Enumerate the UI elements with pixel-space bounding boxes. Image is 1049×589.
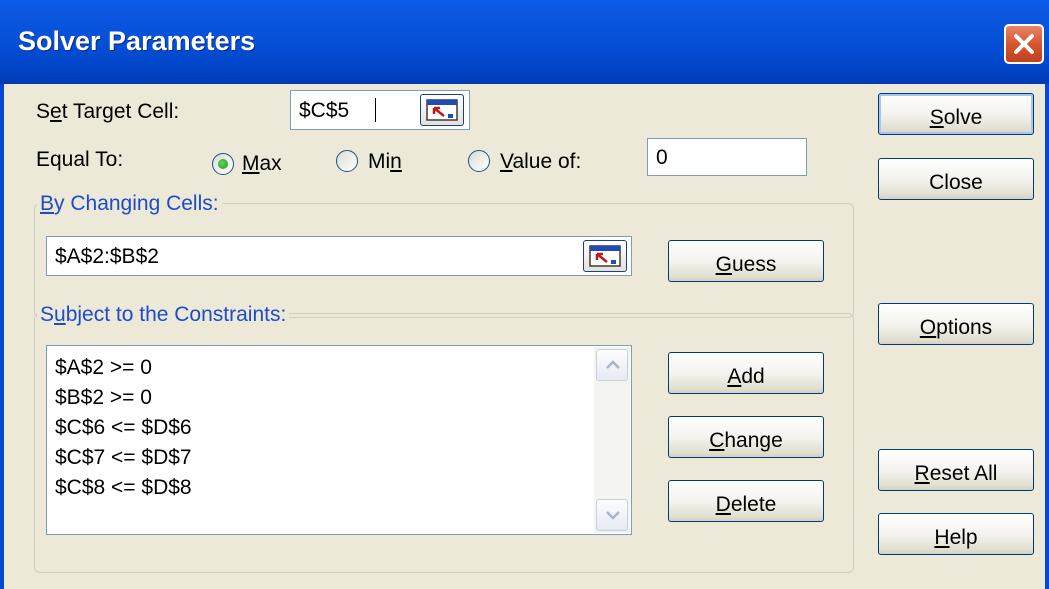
help-button[interactable]: Help [878, 513, 1034, 555]
close-button[interactable]: Close [878, 158, 1034, 200]
target-cell-range-picker[interactable] [420, 94, 464, 126]
value-of-radio[interactable] [468, 150, 490, 172]
changing-cells-label: By Changing Cells: [37, 192, 222, 216]
list-item[interactable]: $C$7 <= $D$7 [55, 446, 192, 470]
window-frame-left [0, 84, 4, 589]
solve-button[interactable]: Solve [878, 93, 1034, 135]
target-cell-label: Set Target Cell: [36, 100, 180, 123]
constraints-list[interactable]: $A$2 >= 0 $B$2 >= 0 $C$6 <= $D$6 $C$7 <=… [46, 345, 632, 535]
delete-button[interactable]: Delete [668, 480, 824, 522]
max-radio[interactable] [212, 153, 234, 175]
chevron-up-icon [606, 360, 620, 369]
changing-cells-range-picker[interactable] [583, 240, 627, 272]
max-radio-label[interactable]: Max [242, 152, 282, 176]
list-item[interactable]: $C$6 <= $D$6 [55, 416, 192, 440]
list-item[interactable]: $B$2 >= 0 [55, 386, 152, 410]
chevron-down-icon [606, 511, 620, 520]
solver-parameters-dialog: Solver Parameters Set Target Cell: $C$5 … [0, 0, 1049, 589]
min-radio[interactable] [336, 150, 358, 172]
collapse-dialog-icon [589, 245, 621, 267]
close-icon [1014, 34, 1034, 54]
equal-to-label: Equal To: [36, 148, 124, 171]
radio-selected-dot [218, 159, 228, 169]
constraints-scrollbar[interactable] [594, 347, 630, 533]
collapse-dialog-icon [426, 99, 458, 121]
min-radio-label[interactable]: Min [368, 150, 402, 174]
changing-cells-input[interactable]: $A$2:$B$2 [46, 236, 632, 276]
scroll-up-button[interactable] [596, 349, 628, 381]
text-caret [375, 98, 376, 122]
window-frame-right [1045, 84, 1049, 589]
title-bar[interactable]: Solver Parameters [0, 0, 1049, 84]
reset-all-button[interactable]: Reset All [878, 449, 1034, 491]
guess-button[interactable]: Guess [668, 240, 824, 282]
dialog-title: Solver Parameters [18, 26, 256, 56]
scroll-down-button[interactable] [596, 499, 628, 531]
add-button[interactable]: Add [668, 352, 824, 394]
constraints-label: Subject to the Constraints: [37, 303, 290, 327]
close-window-button[interactable] [1004, 24, 1044, 64]
value-of-input[interactable]: 0 [647, 138, 807, 176]
options-button[interactable]: Options [878, 303, 1034, 345]
value-of-radio-label[interactable]: Value of: [500, 150, 581, 174]
list-item[interactable]: $C$8 <= $D$8 [55, 476, 192, 500]
list-item[interactable]: $A$2 >= 0 [55, 356, 152, 380]
change-button[interactable]: Change [668, 416, 824, 458]
